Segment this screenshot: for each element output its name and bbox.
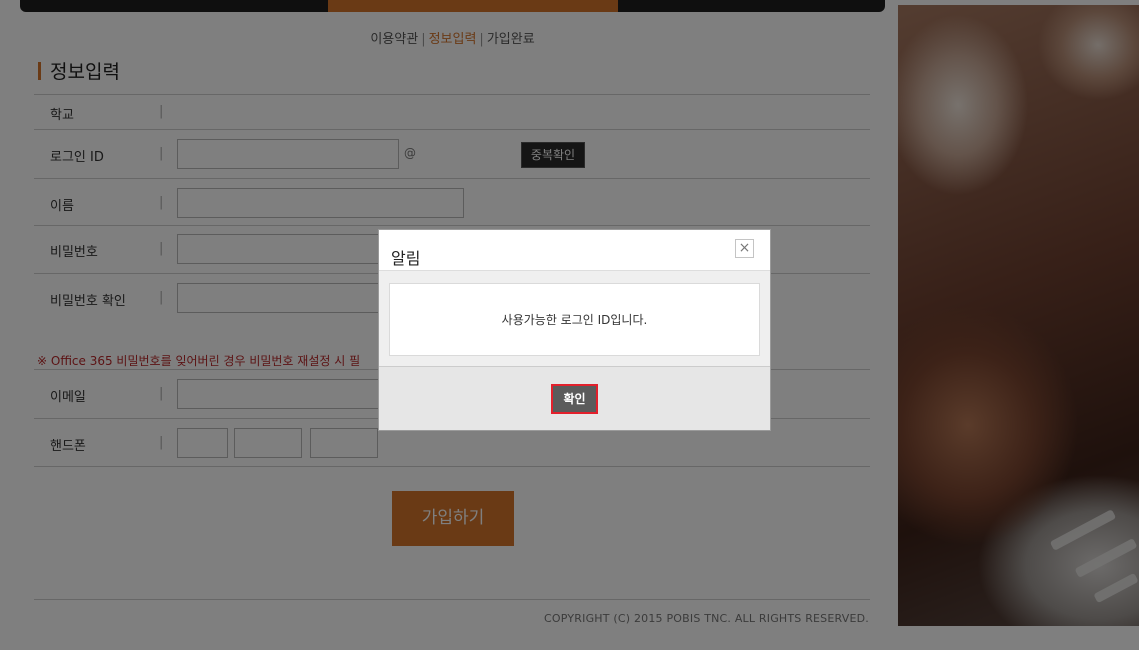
dialog-title: 알림 bbox=[391, 249, 421, 268]
dialog-body: 사용가능한 로그인 ID입니다. bbox=[379, 270, 770, 366]
alert-dialog: 알림 × 사용가능한 로그인 ID입니다. 확인 bbox=[378, 229, 771, 431]
close-icon[interactable]: × bbox=[735, 239, 754, 258]
message-box: 사용가능한 로그인 ID입니다. bbox=[389, 283, 760, 356]
confirm-button[interactable]: 확인 bbox=[551, 384, 598, 414]
dialog-footer: 확인 bbox=[379, 366, 770, 430]
dialog-message: 사용가능한 로그인 ID입니다. bbox=[501, 313, 648, 327]
